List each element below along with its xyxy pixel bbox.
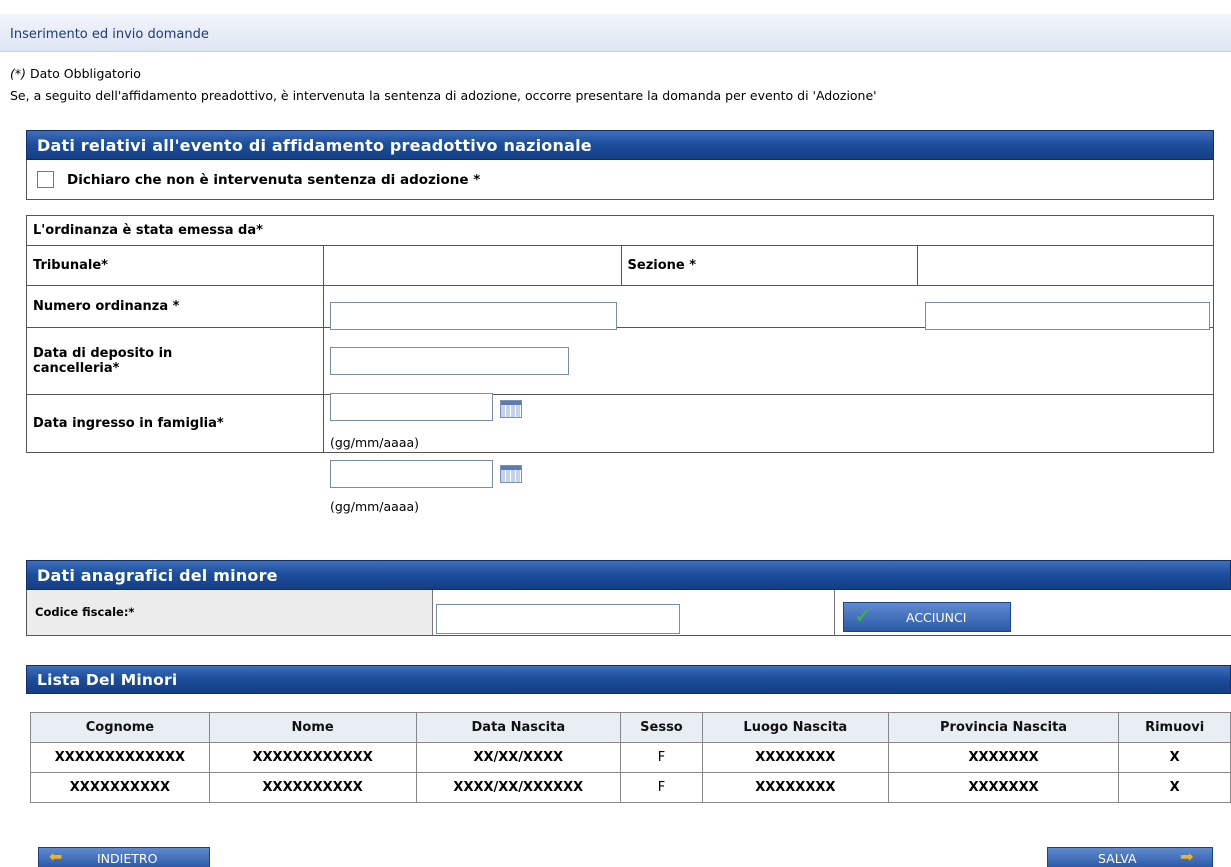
save-button[interactable]: SALVA ➡ — [1047, 847, 1213, 867]
column-header: Luogo Nascita — [701, 712, 889, 743]
cell-sesso: F — [620, 742, 703, 773]
codice-divider — [834, 590, 835, 635]
declaration-row: Dichiaro che non è intervenuta sentenza … — [26, 160, 1214, 200]
mandatory-star: (*) — [10, 66, 27, 81]
table-header-row: Cognome Nome Data Nascita Sesso Luogo Na… — [30, 712, 1231, 743]
add-minor-label: ACCIUNCI — [906, 610, 967, 625]
calendar-icon[interactable] — [500, 400, 522, 418]
event-section-header: Dati relativi all'evento di affidamento … — [26, 130, 1214, 160]
event-section-title: Dati relativi all'evento di affidamento … — [37, 136, 592, 155]
cell-luogo-nascita: XXXXXXXX — [701, 772, 889, 803]
column-header: Data Nascita — [415, 712, 622, 743]
table-row: XXXXXXXXXX XXXXXXXXXX XXXX/XX/XXXXXX F X… — [30, 772, 1231, 803]
cell-nome: XXXXXXXXXX — [208, 772, 417, 803]
tribunale-cell — [322, 245, 622, 286]
arrow-left-icon: ⬅ — [49, 847, 63, 866]
column-header: Sesso — [620, 712, 703, 743]
adoption-note: Se, a seguito dell'affidamento preadotti… — [10, 88, 877, 103]
codice-label-cell: Codice fiscale:* — [27, 590, 433, 635]
cell-provincia-nascita: XXXXXXX — [887, 742, 1120, 773]
tribunale-input[interactable] — [330, 302, 617, 330]
save-button-label: SALVA — [1098, 851, 1137, 866]
numero-ordinanza-input[interactable] — [330, 347, 569, 375]
ingresso-label: Data ingresso in famiglia* — [26, 394, 324, 453]
remove-row-button[interactable]: X — [1118, 742, 1231, 773]
codice-fiscale-input[interactable] — [436, 604, 680, 634]
list-section-header: Lista Del Minori — [26, 665, 1231, 694]
sezione-input[interactable] — [925, 302, 1210, 330]
column-header: Provincia Nascita — [887, 712, 1120, 743]
minore-section-title: Dati anagrafici del minore — [37, 566, 278, 585]
page-breadcrumb-bar: Inserimento ed invio domande — [0, 14, 1231, 52]
cell-cognome: XXXXXXXXXXXXX — [30, 742, 210, 773]
minore-section-header: Dati anagrafici del minore — [26, 560, 1231, 590]
declaration-label: Dichiaro che non è intervenuta sentenza … — [67, 172, 481, 188]
calendar-icon[interactable] — [500, 465, 522, 483]
sezione-cell — [917, 245, 1214, 286]
list-section-title: Lista Del Minori — [37, 671, 178, 689]
declaration-checkbox[interactable] — [37, 171, 54, 188]
ingresso-date-input[interactable] — [330, 460, 493, 488]
cell-luogo-nascita: XXXXXXXX — [701, 742, 889, 773]
column-header: Rimuovi — [1118, 712, 1231, 743]
ordinance-table: L'ordinanza è stata emessa da* Tribunale… — [26, 215, 1215, 453]
deposito-date-input[interactable] — [330, 393, 493, 421]
mandatory-text: Dato Obbligatorio — [26, 66, 141, 81]
arrow-right-icon: ➡ — [1180, 847, 1194, 866]
deposito-label: Data di deposito in cancelleria* — [26, 327, 324, 395]
ordinance-header: L'ordinanza è stata emessa da* — [26, 215, 1214, 246]
ingresso-date-hint: (gg/mm/aaaa) — [330, 499, 420, 514]
tribunale-label: Tribunale* — [26, 245, 324, 286]
sezione-label: Sezione * — [620, 245, 919, 286]
column-header: Nome — [208, 712, 417, 743]
mandatory-note: (*) Dato Obbligatorio — [10, 66, 141, 81]
deposito-date-hint: (gg/mm/aaaa) — [330, 435, 420, 450]
codice-label: Codice fiscale:* — [35, 605, 135, 619]
cell-data-nascita: XXXX/XX/XXXXXX — [415, 772, 622, 803]
page-title: Inserimento ed invio domande — [10, 27, 209, 42]
minors-table: Cognome Nome Data Nascita Sesso Luogo Na… — [30, 712, 1231, 803]
add-minor-button[interactable]: ✓ ACCIUNCI — [843, 602, 1011, 632]
cell-nome: XXXXXXXXXXXX — [208, 742, 417, 773]
table-row: XXXXXXXXXXXXX XXXXXXXXXXXX XX/XX/XXXX F … — [30, 742, 1231, 773]
back-button-label: INDIETRO — [97, 851, 158, 866]
remove-row-button[interactable]: X — [1118, 772, 1231, 803]
numero-label: Numero ordinanza * — [26, 285, 324, 328]
column-header: Cognome — [30, 712, 210, 743]
cell-cognome: XXXXXXXXXX — [30, 772, 210, 803]
cell-data-nascita: XX/XX/XXXX — [415, 742, 622, 773]
back-button[interactable]: ⬅ INDIETRO — [38, 847, 210, 867]
cell-provincia-nascita: XXXXXXX — [887, 772, 1120, 803]
cell-sesso: F — [620, 772, 703, 803]
check-icon: ✓ — [854, 604, 873, 629]
